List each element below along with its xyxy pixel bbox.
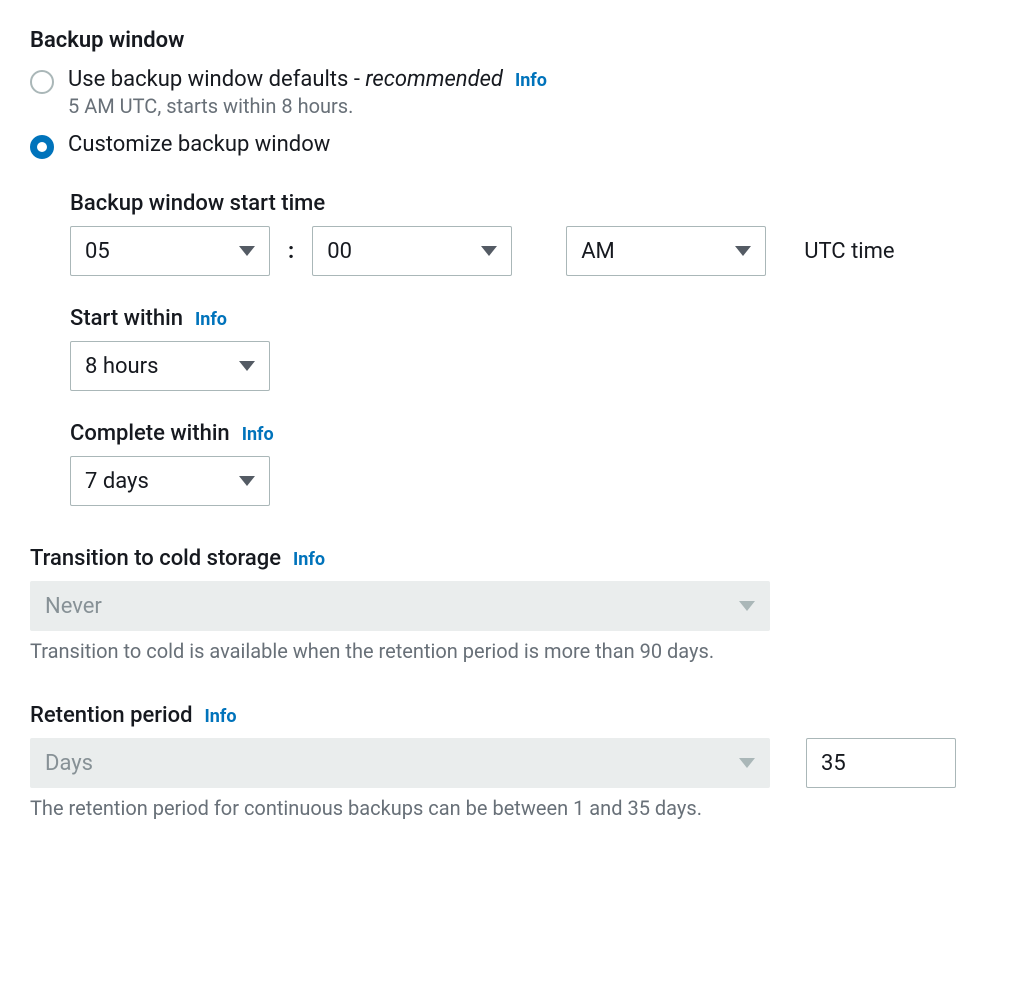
start-within-info-link[interactable]: Info <box>195 309 227 330</box>
time-colon: : <box>288 239 294 264</box>
radio-defaults-sub: 5 AM UTC, starts within 8 hours. <box>68 94 547 118</box>
radio-defaults-label: Use backup window defaults - recommended <box>68 67 503 92</box>
retention-help: The retention period for continuous back… <box>30 796 1006 820</box>
utc-time-text: UTC time <box>804 239 894 264</box>
retention-section: Retention period Info Days 35 The retent… <box>30 703 1006 820</box>
chevron-down-icon <box>481 246 497 256</box>
start-ampm-value: AM <box>581 239 615 264</box>
backup-window-heading: Backup window <box>30 28 1006 53</box>
start-time-label: Backup window start time <box>70 191 1006 216</box>
complete-within-select[interactable]: 7 days <box>70 456 270 506</box>
chevron-down-icon <box>239 246 255 256</box>
chevron-down-icon <box>739 758 755 768</box>
retention-unit-select: Days <box>30 738 770 788</box>
customize-controls: Backup window start time 05 : 00 AM UTC … <box>30 167 1006 506</box>
retention-value-input[interactable]: 35 <box>806 738 956 788</box>
start-hour-select[interactable]: 05 <box>70 226 270 276</box>
retention-value-text: 35 <box>821 751 846 776</box>
start-hour-value: 05 <box>85 239 110 264</box>
start-minute-value: 00 <box>327 239 352 264</box>
retention-label: Retention period <box>30 703 193 728</box>
radio-icon <box>30 135 54 159</box>
retention-unit-value: Days <box>45 751 93 776</box>
radio-icon <box>30 70 54 94</box>
cold-storage-label: Transition to cold storage <box>30 546 281 571</box>
cold-storage-section: Transition to cold storage Info Never Tr… <box>30 546 1006 663</box>
recommended-text: recommended <box>365 67 503 92</box>
cold-storage-select: Never <box>30 581 770 631</box>
cold-storage-info-link[interactable]: Info <box>293 549 325 570</box>
radio-label-stack: Customize backup window <box>68 132 330 157</box>
cold-storage-help: Transition to cold is available when the… <box>30 639 1006 663</box>
start-within-label: Start within <box>70 306 183 331</box>
start-within-field: Start within Info 8 hours <box>70 306 1006 391</box>
complete-within-label: Complete within <box>70 421 230 446</box>
chevron-down-icon <box>239 476 255 486</box>
start-within-value: 8 hours <box>85 354 158 379</box>
cold-storage-value: Never <box>45 594 102 619</box>
radio-option-customize[interactable]: Customize backup window <box>30 132 1006 159</box>
start-within-select[interactable]: 8 hours <box>70 341 270 391</box>
backup-window-section: Backup window Use backup window defaults… <box>30 28 1006 506</box>
radio-label-stack: Use backup window defaults - recommended… <box>68 67 547 118</box>
start-minute-select[interactable]: 00 <box>312 226 512 276</box>
chevron-down-icon <box>735 246 751 256</box>
radio-customize-label: Customize backup window <box>68 132 330 157</box>
complete-within-field: Complete within Info 7 days <box>70 421 1006 506</box>
radio-option-defaults[interactable]: Use backup window defaults - recommended… <box>30 67 1006 118</box>
chevron-down-icon <box>739 601 755 611</box>
start-ampm-select[interactable]: AM <box>566 226 766 276</box>
complete-within-value: 7 days <box>85 469 149 494</box>
complete-within-info-link[interactable]: Info <box>242 424 274 445</box>
backup-window-radio-group: Use backup window defaults - recommended… <box>30 67 1006 159</box>
retention-info-link[interactable]: Info <box>205 706 237 727</box>
defaults-info-link[interactable]: Info <box>515 70 547 91</box>
start-time-field: Backup window start time 05 : 00 AM UTC … <box>70 191 1006 276</box>
chevron-down-icon <box>239 361 255 371</box>
